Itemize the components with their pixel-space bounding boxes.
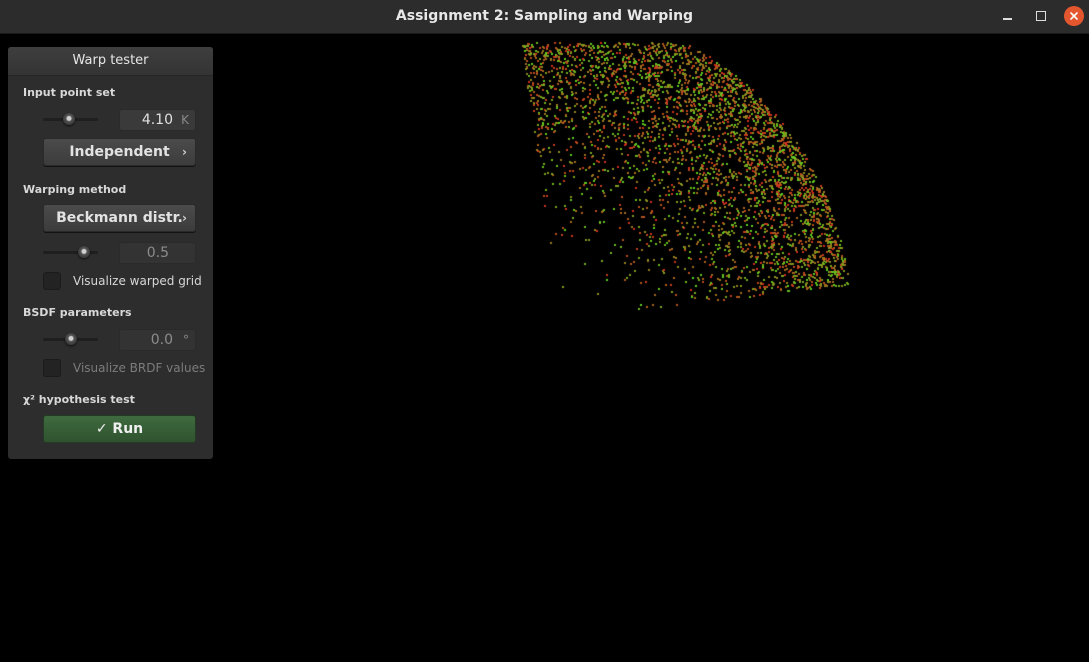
- slider-knob[interactable]: [78, 246, 91, 258]
- slider-knob[interactable]: [64, 333, 77, 345]
- slider-knob[interactable]: [62, 113, 75, 125]
- point-count-unit: K: [181, 113, 189, 127]
- hypothesis-test-label: χ² hypothesis test: [23, 393, 135, 406]
- close-icon: [1064, 6, 1084, 26]
- visualize-warped-grid-label: Visualize warped grid: [73, 274, 202, 288]
- point-type-value: Independent: [69, 144, 170, 160]
- warping-method-label: Warping method: [23, 183, 127, 196]
- checkbox-box[interactable]: [43, 359, 61, 377]
- maximize-button[interactable]: [1030, 5, 1052, 27]
- visualize-warped-grid-checkbox[interactable]: Visualize warped grid: [43, 272, 202, 290]
- input-point-set-label: Input point set: [23, 86, 116, 99]
- chevron-right-icon: ›: [182, 145, 187, 159]
- bsdf-parameter-slider[interactable]: [43, 333, 98, 345]
- point-count-slider[interactable]: [43, 113, 98, 125]
- bsdf-parameter-value: 0.0: [150, 332, 173, 348]
- minimize-icon: [1002, 18, 1012, 20]
- run-button[interactable]: ✓ Run: [43, 415, 196, 443]
- window-title: Assignment 2: Sampling and Warping: [395, 8, 694, 24]
- close-button[interactable]: [1063, 5, 1085, 27]
- visualize-brdf-label: Visualize BRDF values: [73, 361, 206, 375]
- bsdf-parameter-unit: °: [183, 333, 189, 347]
- bsdf-parameters-label: BSDF parameters: [23, 306, 132, 319]
- warping-method-dropdown[interactable]: Beckmann distr. ›: [43, 204, 196, 232]
- warp-tester-panel: Warp tester Input point set 4.10 K Indep…: [8, 47, 213, 459]
- chevron-right-icon: ›: [182, 211, 187, 225]
- maximize-icon: [1036, 11, 1046, 21]
- bsdf-parameter-field[interactable]: 0.0 °: [119, 329, 196, 351]
- title-bar: Assignment 2: Sampling and Warping: [0, 0, 1089, 34]
- warp-parameter-slider[interactable]: [43, 246, 98, 258]
- warp-parameter-value: 0.5: [146, 245, 169, 261]
- point-type-dropdown[interactable]: Independent ›: [43, 138, 196, 166]
- checkbox-box[interactable]: [43, 272, 61, 290]
- visualize-brdf-checkbox[interactable]: Visualize BRDF values: [43, 359, 205, 377]
- minimize-button[interactable]: [996, 5, 1018, 27]
- warping-method-value: Beckmann distr.: [56, 210, 183, 226]
- point-count-field[interactable]: 4.10 K: [119, 109, 196, 131]
- panel-title[interactable]: Warp tester: [8, 47, 213, 76]
- point-count-value: 4.10: [141, 112, 173, 128]
- warp-parameter-field[interactable]: 0.5: [119, 242, 196, 264]
